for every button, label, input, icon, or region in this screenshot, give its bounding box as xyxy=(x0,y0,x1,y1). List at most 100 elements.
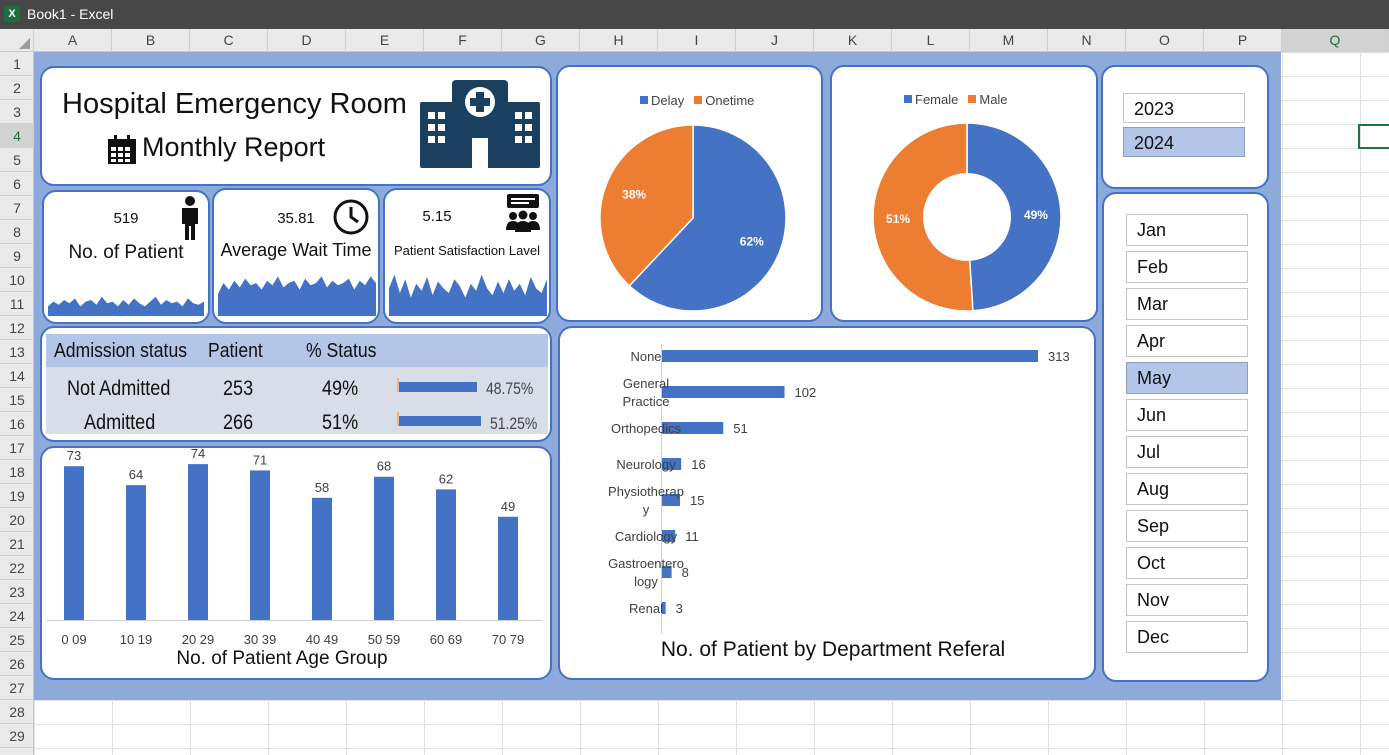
column-header-a[interactable]: A xyxy=(34,29,112,52)
column-header-g[interactable]: G xyxy=(502,29,580,52)
row-header-2[interactable]: 2 xyxy=(0,76,34,100)
department-chart-card: 313 None 102 General Practice 51 Orthopedics 16… xyxy=(558,326,1096,680)
row-header-21[interactable]: 21 xyxy=(0,532,34,556)
category-tick-label: y xyxy=(643,502,650,517)
month-option-aug[interactable]: Aug xyxy=(1126,473,1248,505)
select-all-button[interactable] xyxy=(0,29,34,52)
column-header-b[interactable]: B xyxy=(112,29,190,52)
month-option-jul[interactable]: Jul xyxy=(1126,436,1248,468)
row-header-14[interactable]: 14 xyxy=(0,364,34,388)
age-bar xyxy=(188,464,208,620)
admission-patient-cell: 266 xyxy=(223,411,254,434)
legend-swatch xyxy=(640,96,648,104)
column-header-p[interactable]: P xyxy=(1204,29,1282,52)
month-option-apr[interactable]: Apr xyxy=(1126,325,1248,357)
column-header-i[interactable]: I xyxy=(658,29,736,52)
row-header-11[interactable]: 11 xyxy=(0,292,34,316)
category-tick-label: 10 19 xyxy=(120,632,153,646)
month-option-nov[interactable]: Nov xyxy=(1126,584,1248,616)
age-group-chart: 73 0 09 64 10 19 74 20 29 71 30 39 58 40 49 68 50 5… xyxy=(46,448,542,646)
legend-swatch xyxy=(904,95,912,103)
department-bar xyxy=(662,350,1038,362)
row-header-13[interactable]: 13 xyxy=(0,340,34,364)
category-tick-label: Orthopedics xyxy=(611,421,682,436)
calendar-icon xyxy=(108,135,136,164)
year-option-2024[interactable]: 2024 xyxy=(1123,127,1245,157)
column-header-c[interactable]: C xyxy=(190,29,268,52)
row-header-12[interactable]: 12 xyxy=(0,316,34,340)
month-option-sep[interactable]: Sep xyxy=(1126,510,1248,542)
admission-bar-label: 48.75% xyxy=(486,379,534,398)
month-slicer: Jan Feb Mar Apr May Jun Jul Aug Sep Oct Nov Dec xyxy=(1102,192,1269,682)
row-header-24[interactable]: 24 xyxy=(0,604,34,628)
age-bar xyxy=(374,476,394,620)
row-header-25[interactable]: 25 xyxy=(0,628,34,652)
age-chart-title: No. of Patient Age Group xyxy=(176,648,388,669)
row-header-23[interactable]: 23 xyxy=(0,580,34,604)
year-option-2023[interactable]: 2023 xyxy=(1123,93,1245,123)
category-tick-label: Physiotherap xyxy=(608,484,684,499)
kpi-patients-sparkline xyxy=(48,296,204,316)
column-header-f[interactable]: F xyxy=(424,29,502,52)
gender-donut-legend: Female Male xyxy=(894,92,1008,107)
month-option-mar[interactable]: Mar xyxy=(1126,288,1248,320)
row-header-3[interactable]: 3 xyxy=(0,100,34,124)
bar-data-label: 3 xyxy=(676,601,683,616)
month-option-oct[interactable]: Oct xyxy=(1126,547,1248,579)
age-bar xyxy=(436,489,456,620)
month-option-dec[interactable]: Dec xyxy=(1126,621,1248,653)
row-header-15[interactable]: 15 xyxy=(0,388,34,412)
month-option-jan[interactable]: Jan xyxy=(1126,214,1248,246)
row-header-10[interactable]: 10 xyxy=(0,268,34,292)
row-header-22[interactable]: 22 xyxy=(0,556,34,580)
row-header-18[interactable]: 18 xyxy=(0,460,34,484)
row-header-4[interactable]: 4 xyxy=(0,124,34,148)
row-header-29[interactable]: 29 xyxy=(0,724,34,748)
bar-data-label: 15 xyxy=(690,493,704,508)
row-header-16[interactable]: 16 xyxy=(0,412,34,436)
row-header-5[interactable]: 5 xyxy=(0,148,34,172)
month-option-feb[interactable]: Feb xyxy=(1126,251,1248,283)
row-header-17[interactable]: 17 xyxy=(0,436,34,460)
column-header-l[interactable]: L xyxy=(892,29,970,52)
row-header-7[interactable]: 7 xyxy=(0,196,34,220)
row-headers: 1 2 3 4 5 6 7 8 9 10 11 12 13 14 15 16 17 18 19 20 21 22 23 24 2… xyxy=(0,52,34,755)
row-header-6[interactable]: 6 xyxy=(0,172,34,196)
column-header-j[interactable]: J xyxy=(736,29,814,52)
category-tick-label: Renal xyxy=(629,601,663,616)
column-header-h[interactable]: H xyxy=(580,29,658,52)
row-header-20[interactable]: 20 xyxy=(0,508,34,532)
category-tick-label: Cardiology xyxy=(615,529,678,544)
row-header-8[interactable]: 8 xyxy=(0,220,34,244)
age-bar xyxy=(126,485,146,620)
row-header-1[interactable]: 1 xyxy=(0,52,34,76)
column-header-k[interactable]: K xyxy=(814,29,892,52)
column-header-m[interactable]: M xyxy=(970,29,1048,52)
kpi-wait-card: 35.81 Average Wait Time xyxy=(212,188,380,324)
bar-data-label: 73 xyxy=(67,448,81,463)
row-header-26[interactable]: 26 xyxy=(0,652,34,676)
category-tick-label: 30 39 xyxy=(244,632,277,646)
month-option-jun[interactable]: Jun xyxy=(1126,399,1248,431)
sparkline-area xyxy=(389,274,547,316)
gender-donut-chart: 49% 51% xyxy=(872,122,1062,312)
department-chart-title: No. of Patient by Department Referal xyxy=(660,638,1006,661)
row-header-28[interactable]: 28 xyxy=(0,700,34,724)
column-header-o[interactable]: O xyxy=(1126,29,1204,52)
sparkline-area xyxy=(218,276,376,316)
admission-databar xyxy=(399,416,481,426)
kpi-satisfaction-sparkline xyxy=(389,274,547,316)
column-header-d[interactable]: D xyxy=(268,29,346,52)
slice-label: 49% xyxy=(1024,208,1048,222)
row-header-9[interactable]: 9 xyxy=(0,244,34,268)
row-header-19[interactable]: 19 xyxy=(0,484,34,508)
column-header-n[interactable]: N xyxy=(1048,29,1126,52)
row-header-27[interactable]: 27 xyxy=(0,676,34,700)
month-option-may[interactable]: May xyxy=(1126,362,1248,394)
selected-cell[interactable] xyxy=(1358,124,1389,149)
category-tick-label: logy xyxy=(634,574,658,589)
clock-icon xyxy=(333,199,369,235)
column-header-e[interactable]: E xyxy=(346,29,424,52)
bar-data-label: 16 xyxy=(691,457,705,472)
column-header-q[interactable]: Q xyxy=(1282,29,1389,52)
